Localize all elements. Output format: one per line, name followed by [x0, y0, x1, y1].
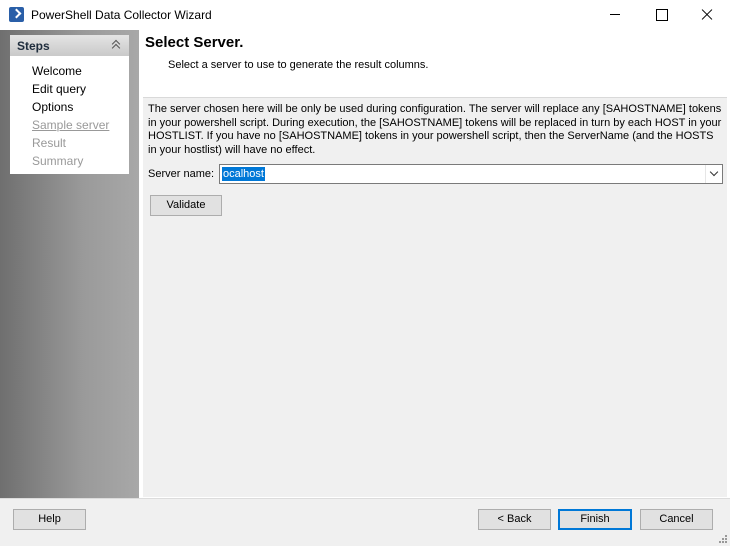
steps-title: Steps	[17, 39, 50, 53]
validate-button[interactable]: Validate	[150, 195, 222, 216]
close-button[interactable]	[684, 0, 730, 30]
maximize-button[interactable]	[638, 0, 684, 30]
steps-panel: Steps Welcome Edit query Options Sample …	[10, 35, 129, 174]
page-subtitle: Select a server to use to generate the r…	[168, 59, 429, 71]
back-button[interactable]: < Back	[478, 509, 551, 530]
sidebar: Steps Welcome Edit query Options Sample …	[0, 30, 139, 498]
step-summary: Summary	[32, 154, 84, 168]
step-welcome[interactable]: Welcome	[32, 64, 82, 78]
step-options[interactable]: Options	[32, 100, 73, 114]
body-panel: The server chosen here will be only be u…	[143, 97, 727, 497]
double-chevron-up-icon[interactable]	[111, 38, 122, 52]
server-name-label: Server name:	[148, 168, 215, 180]
description-text: The server chosen here will be only be u…	[148, 103, 722, 156]
title-bar: PowerShell Data Collector Wizard	[0, 0, 730, 30]
resize-grip-icon[interactable]	[718, 534, 728, 544]
minimize-button[interactable]	[592, 0, 638, 30]
help-button[interactable]: Help	[13, 509, 86, 530]
page-title: Select Server.	[145, 34, 244, 51]
server-name-combobox[interactable]: ocalhost	[219, 164, 723, 184]
step-sample-server[interactable]: Sample server	[32, 118, 109, 132]
server-name-value[interactable]: ocalhost	[222, 167, 265, 181]
chevron-down-icon[interactable]	[705, 165, 722, 183]
cancel-button[interactable]: Cancel	[640, 509, 713, 530]
content-area: Select Server. Select a server to use to…	[139, 30, 730, 498]
step-edit-query[interactable]: Edit query	[32, 82, 86, 96]
finish-button[interactable]: Finish	[558, 509, 632, 530]
powershell-icon	[9, 7, 24, 22]
steps-header[interactable]: Steps	[10, 35, 129, 56]
window-title: PowerShell Data Collector Wizard	[31, 8, 212, 22]
bottom-bar: Help < Back Finish Cancel	[0, 498, 730, 546]
step-result: Result	[32, 136, 67, 150]
